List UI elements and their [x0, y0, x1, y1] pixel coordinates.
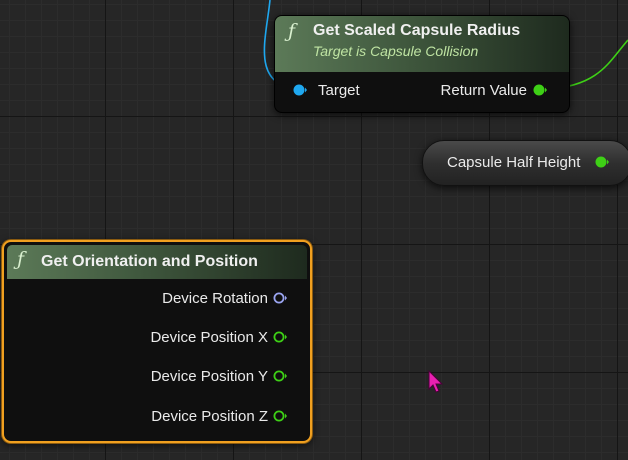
function-icon: ƒ — [288, 20, 296, 42]
half-height-pin-icon[interactable] — [595, 156, 609, 168]
target-pin-icon[interactable] — [293, 84, 307, 96]
return-value-pin-label: Return Value — [440, 82, 527, 99]
node-title: Get Scaled Capsule Radius — [313, 22, 521, 39]
device-position-x-pin-label: Device Position X — [150, 329, 268, 346]
node-subtitle: Target is Capsule Collision — [313, 43, 479, 59]
get-scaled-capsule-radius-node[interactable]: ƒ Get Scaled Capsule Radius Target is Ca… — [274, 15, 570, 113]
node-title: Get Orientation and Position — [41, 253, 258, 270]
device-position-z-pin-label: Device Position Z — [151, 408, 268, 425]
device-position-y-pin-icon[interactable] — [273, 370, 287, 382]
device-rotation-pin-icon[interactable] — [273, 292, 287, 304]
capsule-half-height-label: Capsule Half Height — [447, 154, 581, 171]
return-value-pin-icon[interactable] — [533, 84, 547, 96]
node-header[interactable]: ƒ Get Scaled Capsule Radius Target is Ca… — [275, 16, 569, 72]
mouse-cursor-icon — [428, 370, 444, 393]
device-rotation-pin-label: Device Rotation — [162, 290, 268, 307]
device-position-x-pin-icon[interactable] — [273, 331, 287, 343]
device-position-z-pin-icon[interactable] — [273, 410, 287, 422]
function-icon: ƒ — [17, 248, 25, 270]
node-header[interactable]: ƒ Get Orientation and Position — [7, 245, 307, 279]
target-pin-label: Target — [318, 82, 360, 99]
device-position-y-pin-label: Device Position Y — [150, 368, 268, 385]
get-orientation-and-position-node[interactable]: ƒ Get Orientation and Position Device Ro… — [2, 240, 312, 443]
capsule-half-height-node[interactable]: Capsule Half Height — [422, 140, 628, 186]
